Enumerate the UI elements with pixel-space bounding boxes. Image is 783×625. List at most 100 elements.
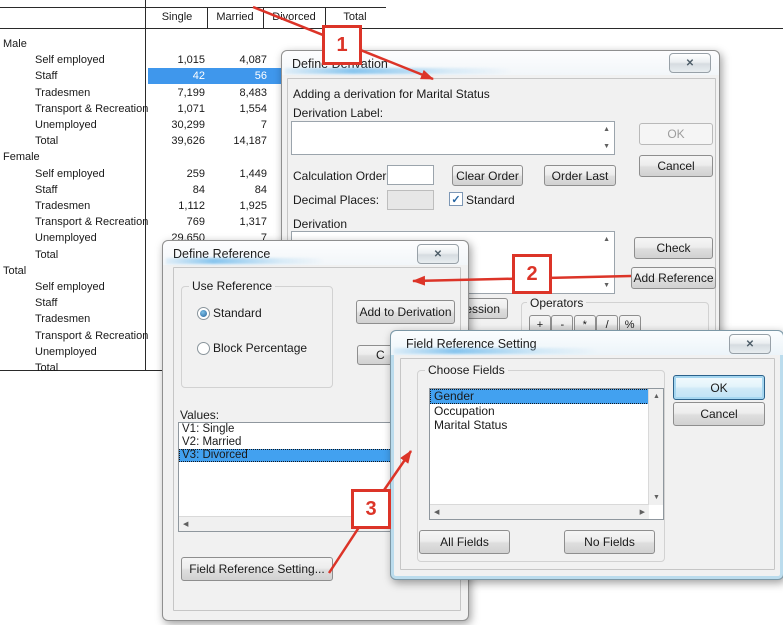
scroll-down-icon[interactable]: ▼ — [603, 143, 610, 150]
calculation-order-input[interactable] — [387, 165, 434, 185]
cell-single: 42 — [150, 70, 205, 82]
row-label: Transport & Recreation — [35, 216, 148, 228]
cell-single: 39,626 — [150, 135, 205, 147]
operators-groupbox-label: Operators — [527, 296, 586, 310]
values-label: Values: — [180, 408, 219, 422]
scroll-left-icon[interactable]: ◀ — [183, 521, 188, 528]
callout-3: 3 — [351, 489, 391, 529]
scroll-up-icon[interactable]: ▲ — [603, 126, 610, 133]
use-reference-groupbox — [181, 286, 333, 388]
field-reference-setting-titlebar[interactable]: Field Reference Setting — [391, 331, 783, 355]
row-label: Unemployed — [35, 346, 97, 358]
block-percentage-radio-label: Block Percentage — [213, 341, 307, 355]
row-label: Tradesmen — [35, 200, 90, 212]
values-list-item[interactable]: V1: Single — [179, 423, 408, 436]
dialog-title: Field Reference Setting — [406, 337, 537, 351]
standard-checkbox[interactable]: ✓ — [449, 192, 463, 206]
close-button[interactable]: ✕ — [669, 53, 711, 73]
callout-3-number: 3 — [365, 498, 376, 521]
cell-married: 4,087 — [210, 54, 267, 66]
fields-vertical-scrollbar[interactable]: ▲ ▼ — [648, 389, 663, 505]
clear-order-button[interactable]: Clear Order — [452, 165, 523, 186]
cell-single: 7,199 — [150, 87, 205, 99]
decimal-places-label: Decimal Places: — [293, 193, 379, 207]
row-label: Self employed — [35, 54, 105, 66]
cell-single: 30,299 — [150, 119, 205, 131]
block-percentage-radio[interactable] — [197, 342, 210, 355]
callout-1-number: 1 — [336, 34, 347, 57]
use-reference-label: Use Reference — [189, 279, 275, 293]
cancel-button[interactable]: Cancel — [673, 402, 765, 426]
fields-horizontal-scrollbar[interactable]: ◀ ▶ — [430, 504, 649, 519]
cell-married: 1,449 — [210, 168, 267, 180]
fields-listbox[interactable]: GenderOccupationMarital Status ▲ ▼ ◀ ▶ — [429, 388, 664, 520]
column-header: Total — [325, 11, 385, 23]
no-fields-button[interactable]: No Fields — [564, 530, 655, 554]
close-icon: ✕ — [746, 339, 754, 350]
row-label: Total — [35, 362, 58, 374]
cell-single: 1,015 — [150, 54, 205, 66]
row-group-label: Total — [3, 265, 26, 277]
cell-married: 7 — [210, 119, 267, 131]
fields-list-item[interactable]: Occupation — [430, 404, 649, 419]
check-button[interactable]: Check — [634, 237, 713, 259]
row-group-label: Female — [3, 151, 40, 163]
row-label: Total — [35, 249, 58, 261]
field-reference-setting-button[interactable]: Field Reference Setting... — [181, 557, 333, 581]
values-list-item[interactable]: V3: Divorced — [179, 449, 408, 462]
add-reference-button[interactable]: Add Reference — [631, 267, 716, 289]
row-label: Tradesmen — [35, 313, 90, 325]
decimal-places-input[interactable] — [387, 190, 434, 210]
callout-2-number: 2 — [526, 263, 537, 286]
scroll-left-icon[interactable]: ◀ — [434, 509, 439, 516]
row-group-label: Male — [3, 38, 27, 50]
fields-list: GenderOccupationMarital Status — [430, 389, 649, 433]
cell-single: 84 — [150, 184, 205, 196]
values-list-item[interactable]: V2: Married — [179, 436, 408, 449]
table-header-rule — [0, 28, 783, 29]
scroll-down-icon[interactable]: ▼ — [653, 494, 660, 501]
add-expression-visible-label: ession — [465, 302, 500, 316]
scroll-up-icon[interactable]: ▲ — [653, 393, 660, 400]
standard-radio-label: Standard — [213, 306, 262, 320]
fields-list-item[interactable]: Marital Status — [430, 418, 649, 433]
column-header: Single — [147, 11, 207, 23]
fields-list-item[interactable]: Gender — [430, 389, 649, 404]
choose-fields-label: Choose Fields — [425, 363, 508, 377]
cell-married: 1,317 — [210, 216, 267, 228]
cell-married: 56 — [210, 70, 267, 82]
close-button[interactable]: ✕ — [729, 334, 771, 354]
intro-label: Adding a derivation for Marital Status — [293, 87, 490, 101]
scroll-right-icon[interactable]: ▶ — [640, 509, 645, 516]
cell-married: 84 — [210, 184, 267, 196]
row-label: Total — [35, 135, 58, 147]
close-button[interactable]: ✕ — [417, 244, 459, 264]
callout-2: 2 — [512, 254, 552, 294]
cell-single: 1,112 — [150, 200, 205, 212]
row-label: Self employed — [35, 281, 105, 293]
cancel-visible-label: C — [376, 348, 385, 362]
standard-radio[interactable] — [197, 307, 210, 320]
derivation-label-caption: Derivation Label: — [293, 106, 383, 120]
calculation-order-label: Calculation Order: — [293, 169, 390, 183]
ok-button[interactable]: OK — [673, 375, 765, 400]
scroll-down-icon[interactable]: ▼ — [603, 282, 610, 289]
dialog-title: Define Reference — [173, 247, 270, 261]
screenshot-root: SingleMarriedDivorcedTotalMaleSelf emplo… — [0, 0, 783, 625]
add-to-derivation-button[interactable]: Add to Derivation — [356, 300, 455, 324]
cancel-button[interactable]: Cancel — [639, 155, 713, 177]
ok-button[interactable]: OK — [639, 123, 713, 145]
all-fields-button[interactable]: All Fields — [419, 530, 510, 554]
row-label: Unemployed — [35, 119, 97, 131]
column-header: Married — [207, 11, 263, 23]
table-divider — [145, 0, 146, 371]
order-last-button[interactable]: Order Last — [544, 165, 616, 186]
cell-single: 1,071 — [150, 103, 205, 115]
derivation-section-label: Derivation — [293, 217, 347, 231]
derivation-label-input[interactable]: ▲ ▼ — [291, 121, 615, 155]
field-reference-setting-dialog: Field Reference Setting ✕ Choose Fields … — [390, 330, 783, 580]
scroll-up-icon[interactable]: ▲ — [603, 236, 610, 243]
row-label: Unemployed — [35, 232, 97, 244]
row-label: Staff — [35, 297, 57, 309]
checkmark-icon: ✓ — [451, 193, 460, 206]
